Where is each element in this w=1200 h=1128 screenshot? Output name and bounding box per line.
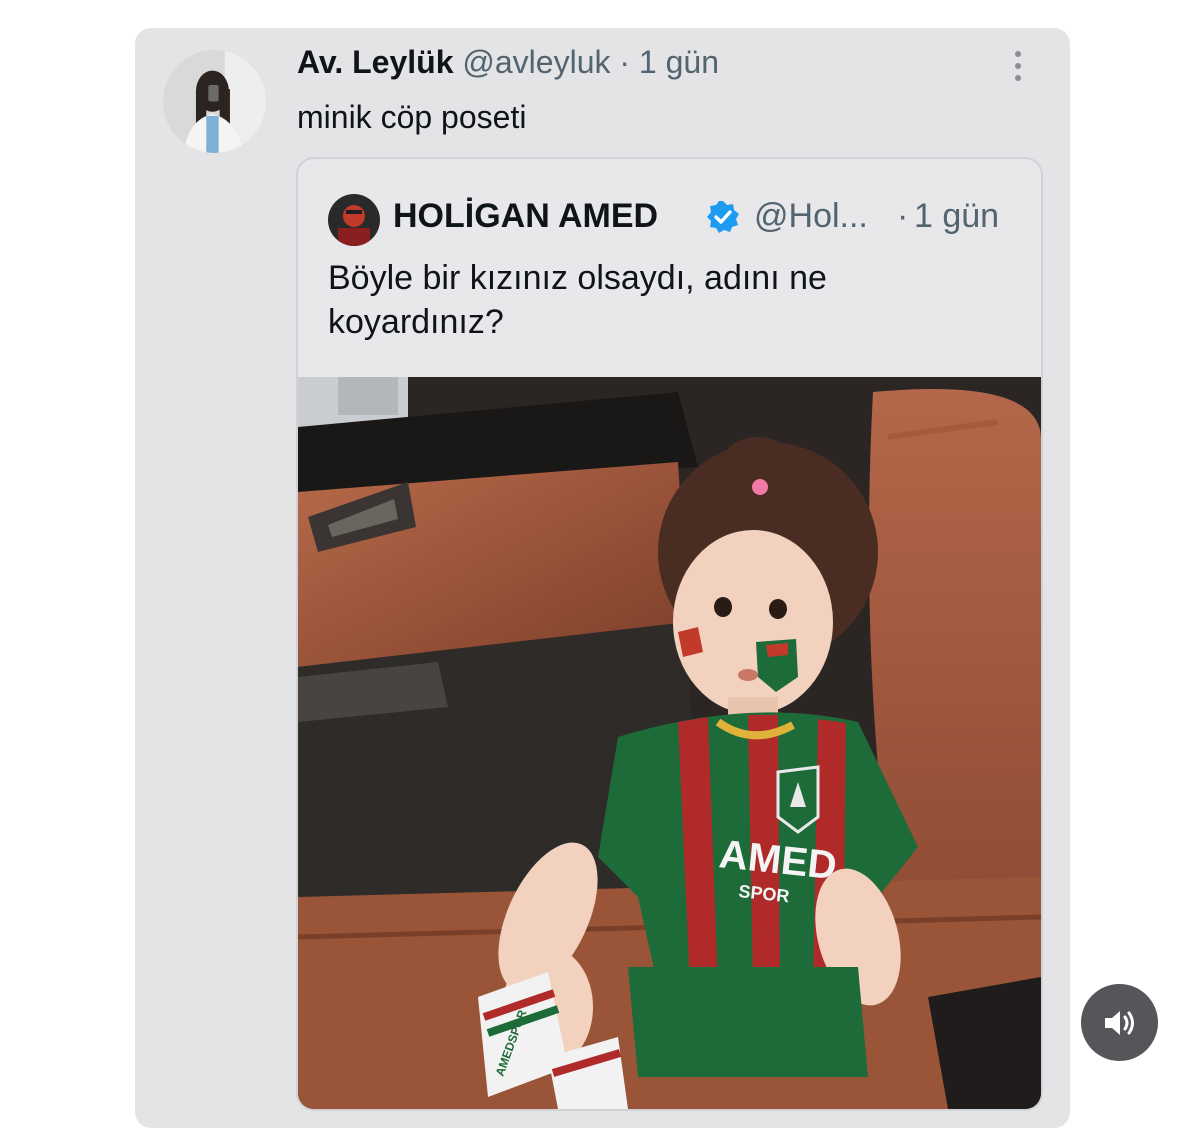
more-vertical-icon[interactable]	[1006, 48, 1030, 84]
avatar-photo	[163, 50, 266, 153]
quoted-tweet[interactable]: HOLİGAN AMED @Hol... · 1 gün Böyle bir k…	[296, 157, 1043, 1111]
reply-text: minik cöp poseti	[297, 99, 527, 135]
verified-badge-icon	[707, 201, 739, 233]
quoted-timestamp[interactable]: 1 gün	[914, 195, 999, 237]
reply-author-line: Av. Leylük @avleyluk · 1 gün	[297, 42, 719, 82]
sound-icon	[1104, 1010, 1134, 1035]
reply-timestamp[interactable]: 1 gün	[639, 44, 719, 80]
quoted-text: Böyle bir kızınız olsaydı, adını ne koya…	[328, 259, 827, 341]
reply-separator: ·	[619, 44, 631, 80]
quoted-avatar-photo	[328, 194, 380, 246]
quoted-author-avatar[interactable]	[328, 194, 380, 246]
reply-author-handle[interactable]: @avleyluk	[462, 44, 610, 80]
quoted-author-handle[interactable]: @Hol...	[754, 195, 868, 237]
sound-toggle-button[interactable]	[1081, 984, 1158, 1061]
quoted-author-name[interactable]: HOLİGAN AMED	[393, 195, 658, 237]
reply-author-name[interactable]: Av. Leylük	[297, 44, 454, 80]
quoted-media-image[interactable]: AMED SPOR AMEDSPOR	[298, 377, 1041, 1109]
quoted-separator: ·	[897, 197, 909, 235]
reply-author-avatar[interactable]	[163, 50, 266, 153]
child-in-car-photo: AMED SPOR AMEDSPOR	[298, 377, 1041, 1109]
